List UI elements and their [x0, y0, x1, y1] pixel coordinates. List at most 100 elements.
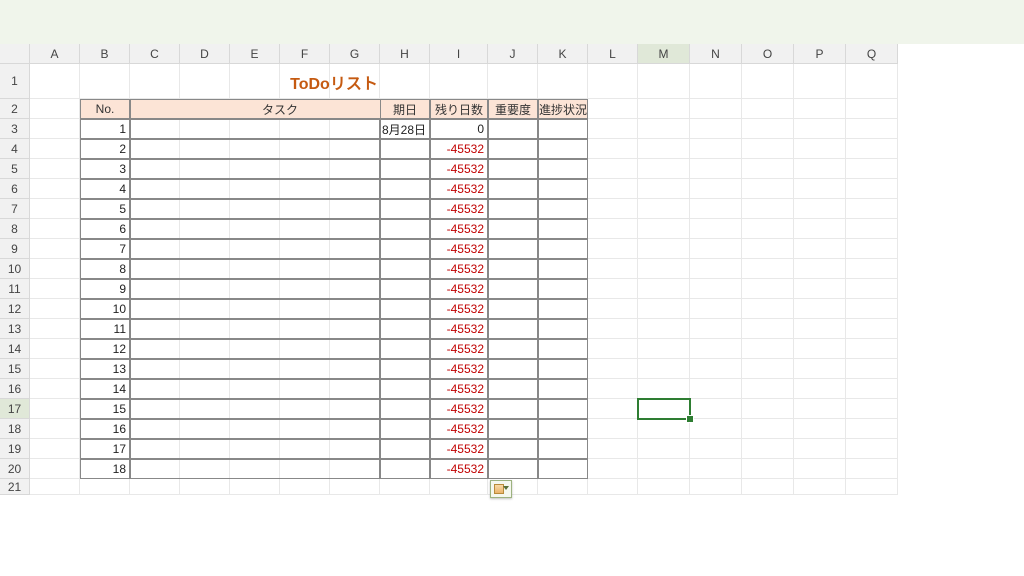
cell-days-15[interactable]: -45532 [430, 399, 488, 419]
fill-handle[interactable] [686, 415, 694, 423]
cell-due-10[interactable] [380, 299, 430, 319]
cell-due-17[interactable] [380, 439, 430, 459]
row-header-14[interactable]: 14 [0, 339, 30, 359]
select-all-corner[interactable] [0, 44, 30, 64]
row-header-11[interactable]: 11 [0, 279, 30, 299]
cell-importance-7[interactable] [488, 239, 538, 259]
row-header-17[interactable]: 17 [0, 399, 30, 419]
cell-importance-11[interactable] [488, 319, 538, 339]
row-header-7[interactable]: 7 [0, 199, 30, 219]
cell-importance-4[interactable] [488, 179, 538, 199]
row-header-6[interactable]: 6 [0, 179, 30, 199]
row-header-4[interactable]: 4 [0, 139, 30, 159]
cell-due-4[interactable] [380, 179, 430, 199]
cell-no-2[interactable]: 2 [80, 139, 130, 159]
cell-progress-15[interactable] [538, 399, 588, 419]
cell-days-18[interactable]: -45532 [430, 459, 488, 479]
cell-days-12[interactable]: -45532 [430, 339, 488, 359]
cell-days-8[interactable]: -45532 [430, 259, 488, 279]
cell-days-16[interactable]: -45532 [430, 419, 488, 439]
cell-importance-12[interactable] [488, 339, 538, 359]
cell-importance-1[interactable] [488, 119, 538, 139]
cell-task-8[interactable] [130, 259, 380, 279]
cell-task-14[interactable] [130, 379, 380, 399]
cell-due-12[interactable] [380, 339, 430, 359]
cell-days-11[interactable]: -45532 [430, 319, 488, 339]
cell-progress-8[interactable] [538, 259, 588, 279]
cell-no-18[interactable]: 18 [80, 459, 130, 479]
cell-importance-5[interactable] [488, 199, 538, 219]
cell-due-15[interactable] [380, 399, 430, 419]
cell-importance-17[interactable] [488, 439, 538, 459]
cell-days-10[interactable]: -45532 [430, 299, 488, 319]
col-header-J[interactable]: J [488, 44, 538, 64]
row-header-10[interactable]: 10 [0, 259, 30, 279]
paste-options-button[interactable] [490, 480, 512, 498]
active-cell[interactable] [637, 398, 691, 420]
worksheet[interactable]: ABCDEFGHIJKLMNOPQ 1234567891011121314151… [0, 44, 1024, 576]
cell-progress-9[interactable] [538, 279, 588, 299]
row-header-8[interactable]: 8 [0, 219, 30, 239]
cell-importance-15[interactable] [488, 399, 538, 419]
cell-importance-6[interactable] [488, 219, 538, 239]
row-header-16[interactable]: 16 [0, 379, 30, 399]
col-header-P[interactable]: P [794, 44, 846, 64]
cell-progress-1[interactable] [538, 119, 588, 139]
cell-importance-10[interactable] [488, 299, 538, 319]
cell-no-14[interactable]: 14 [80, 379, 130, 399]
col-header-M[interactable]: M [638, 44, 690, 64]
cell-progress-13[interactable] [538, 359, 588, 379]
cell-importance-3[interactable] [488, 159, 538, 179]
row-header-9[interactable]: 9 [0, 239, 30, 259]
cell-due-5[interactable] [380, 199, 430, 219]
cell-days-1[interactable]: 0 [430, 119, 488, 139]
row-header-1[interactable]: 1 [0, 64, 30, 99]
cell-importance-16[interactable] [488, 419, 538, 439]
cell-task-15[interactable] [130, 399, 380, 419]
cell-no-7[interactable]: 7 [80, 239, 130, 259]
cell-progress-17[interactable] [538, 439, 588, 459]
cell-days-17[interactable]: -45532 [430, 439, 488, 459]
cell-days-3[interactable]: -45532 [430, 159, 488, 179]
cell-due-16[interactable] [380, 419, 430, 439]
cell-task-2[interactable] [130, 139, 380, 159]
col-header-L[interactable]: L [588, 44, 638, 64]
cell-task-4[interactable] [130, 179, 380, 199]
col-header-A[interactable]: A [30, 44, 80, 64]
cell-due-13[interactable] [380, 359, 430, 379]
cell-progress-14[interactable] [538, 379, 588, 399]
cell-no-8[interactable]: 8 [80, 259, 130, 279]
col-header-F[interactable]: F [280, 44, 330, 64]
cell-due-18[interactable] [380, 459, 430, 479]
cell-importance-18[interactable] [488, 459, 538, 479]
cell-no-4[interactable]: 4 [80, 179, 130, 199]
cell-due-1[interactable]: 8月28日 [380, 119, 430, 139]
cell-progress-12[interactable] [538, 339, 588, 359]
cell-no-5[interactable]: 5 [80, 199, 130, 219]
cell-no-12[interactable]: 12 [80, 339, 130, 359]
col-header-C[interactable]: C [130, 44, 180, 64]
col-header-I[interactable]: I [430, 44, 488, 64]
cell-due-11[interactable] [380, 319, 430, 339]
cell-progress-5[interactable] [538, 199, 588, 219]
col-header-K[interactable]: K [538, 44, 588, 64]
col-header-N[interactable]: N [690, 44, 742, 64]
cell-task-9[interactable] [130, 279, 380, 299]
cell-days-2[interactable]: -45532 [430, 139, 488, 159]
cell-importance-8[interactable] [488, 259, 538, 279]
cell-task-10[interactable] [130, 299, 380, 319]
cell-days-7[interactable]: -45532 [430, 239, 488, 259]
cell-task-7[interactable] [130, 239, 380, 259]
cell-no-16[interactable]: 16 [80, 419, 130, 439]
cell-no-10[interactable]: 10 [80, 299, 130, 319]
cell-progress-3[interactable] [538, 159, 588, 179]
cell-task-12[interactable] [130, 339, 380, 359]
cell-days-13[interactable]: -45532 [430, 359, 488, 379]
cell-importance-9[interactable] [488, 279, 538, 299]
cell-task-5[interactable] [130, 199, 380, 219]
row-header-15[interactable]: 15 [0, 359, 30, 379]
row-header-12[interactable]: 12 [0, 299, 30, 319]
cell-days-5[interactable]: -45532 [430, 199, 488, 219]
cell-task-18[interactable] [130, 459, 380, 479]
cell-progress-11[interactable] [538, 319, 588, 339]
